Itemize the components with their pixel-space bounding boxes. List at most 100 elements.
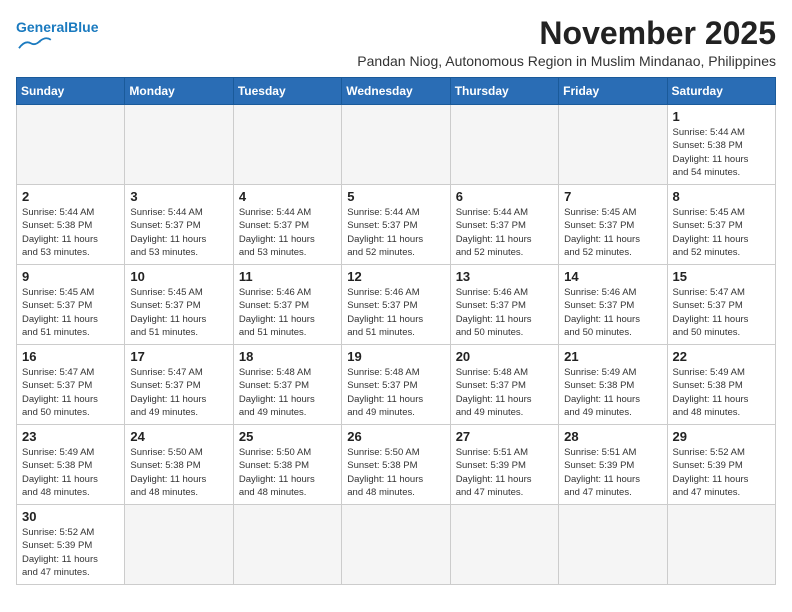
week-row-5: 23Sunrise: 5:49 AM Sunset: 5:38 PM Dayli…: [17, 425, 776, 505]
calendar-body: 1 Sunrise: 5:44 AM Sunset: 5:38 PM Daylig…: [17, 105, 776, 585]
day-info: Sunrise: 5:50 AM Sunset: 5:38 PM Dayligh…: [239, 446, 336, 499]
day-cell: [559, 505, 667, 585]
day-info: Sunrise: 5:44 AM Sunset: 5:38 PM Dayligh…: [22, 206, 119, 259]
day-info: Sunrise: 5:50 AM Sunset: 5:38 PM Dayligh…: [347, 446, 444, 499]
header-cell-monday: Monday: [125, 78, 233, 105]
day-info: Sunrise: 5:51 AM Sunset: 5:39 PM Dayligh…: [564, 446, 661, 499]
day-cell: 12 Sunrise: 5:46 AM Sunset: 5:37 PM Dayli…: [342, 265, 450, 345]
day-cell: 13Sunrise: 5:46 AM Sunset: 5:37 PM Dayli…: [450, 265, 558, 345]
day-number: 3: [130, 189, 227, 204]
header-row: SundayMondayTuesdayWednesdayThursdayFrid…: [17, 78, 776, 105]
day-number: 26: [347, 429, 444, 444]
day-number: 8: [673, 189, 770, 204]
day-cell: 28 Sunrise: 5:51 AM Sunset: 5:39 PM Dayli…: [559, 425, 667, 505]
day-number: 30: [22, 509, 119, 524]
day-number: 28: [564, 429, 661, 444]
day-cell: 15Sunrise: 5:47 AM Sunset: 5:37 PM Dayli…: [667, 265, 775, 345]
day-info: Sunrise: 5:51 AM Sunset: 5:39 PM Dayligh…: [456, 446, 553, 499]
day-cell: [17, 105, 125, 185]
day-cell: [233, 505, 341, 585]
day-cell: 23Sunrise: 5:49 AM Sunset: 5:38 PM Dayli…: [17, 425, 125, 505]
day-cell: 20 Sunrise: 5:48 AM Sunset: 5:37 PM Dayli…: [450, 345, 558, 425]
day-cell: 2 Sunrise: 5:44 AM Sunset: 5:38 PM Daylig…: [17, 185, 125, 265]
day-number: 4: [239, 189, 336, 204]
day-info: Sunrise: 5:45 AM Sunset: 5:37 PM Dayligh…: [673, 206, 770, 259]
day-info: Sunrise: 5:46 AM Sunset: 5:37 PM Dayligh…: [564, 286, 661, 339]
day-number: 20: [456, 349, 553, 364]
header-cell-saturday: Saturday: [667, 78, 775, 105]
logo: GeneralBlue: [16, 16, 98, 55]
day-number: 1: [673, 109, 770, 124]
day-number: 5: [347, 189, 444, 204]
day-number: 7: [564, 189, 661, 204]
header: GeneralBlue November 2025 Pandan Niog, A…: [16, 16, 776, 69]
day-cell: 7Sunrise: 5:45 AM Sunset: 5:37 PM Daylig…: [559, 185, 667, 265]
calendar-header: SundayMondayTuesdayWednesdayThursdayFrid…: [17, 78, 776, 105]
location-title: Pandan Niog, Autonomous Region in Muslim…: [118, 53, 776, 69]
day-cell: 10Sunrise: 5:45 AM Sunset: 5:37 PM Dayli…: [125, 265, 233, 345]
day-number: 27: [456, 429, 553, 444]
header-cell-thursday: Thursday: [450, 78, 558, 105]
day-cell: 21Sunrise: 5:49 AM Sunset: 5:38 PM Dayli…: [559, 345, 667, 425]
week-row-4: 16 Sunrise: 5:47 AM Sunset: 5:37 PM Dayli…: [17, 345, 776, 425]
day-cell: 5 Sunrise: 5:44 AM Sunset: 5:37 PM Daylig…: [342, 185, 450, 265]
day-number: 2: [22, 189, 119, 204]
day-cell: [342, 505, 450, 585]
day-info: Sunrise: 5:47 AM Sunset: 5:37 PM Dayligh…: [22, 366, 119, 419]
day-number: 12: [347, 269, 444, 284]
day-info: Sunrise: 5:46 AM Sunset: 5:37 PM Dayligh…: [239, 286, 336, 339]
day-number: 16: [22, 349, 119, 364]
day-cell: [233, 105, 341, 185]
day-info: Sunrise: 5:45 AM Sunset: 5:37 PM Dayligh…: [130, 286, 227, 339]
day-cell: 19 Sunrise: 5:48 AM Sunset: 5:37 PM Dayli…: [342, 345, 450, 425]
day-cell: 22 Sunrise: 5:49 AM Sunset: 5:38 PM Dayli…: [667, 345, 775, 425]
week-row-2: 2 Sunrise: 5:44 AM Sunset: 5:38 PM Daylig…: [17, 185, 776, 265]
day-info: Sunrise: 5:48 AM Sunset: 5:37 PM Dayligh…: [347, 366, 444, 419]
day-info: Sunrise: 5:44 AM Sunset: 5:37 PM Dayligh…: [456, 206, 553, 259]
day-cell: [342, 105, 450, 185]
header-cell-tuesday: Tuesday: [233, 78, 341, 105]
title-block: November 2025 Pandan Niog, Autonomous Re…: [98, 16, 776, 69]
day-info: Sunrise: 5:49 AM Sunset: 5:38 PM Dayligh…: [673, 366, 770, 419]
day-info: Sunrise: 5:44 AM Sunset: 5:37 PM Dayligh…: [347, 206, 444, 259]
day-info: Sunrise: 5:46 AM Sunset: 5:37 PM Dayligh…: [347, 286, 444, 339]
day-cell: 3Sunrise: 5:44 AM Sunset: 5:37 PM Daylig…: [125, 185, 233, 265]
day-cell: 25Sunrise: 5:50 AM Sunset: 5:38 PM Dayli…: [233, 425, 341, 505]
day-cell: [125, 505, 233, 585]
day-number: 18: [239, 349, 336, 364]
day-cell: [125, 105, 233, 185]
week-row-6: 30Sunrise: 5:52 AM Sunset: 5:39 PM Dayli…: [17, 505, 776, 585]
day-number: 15: [673, 269, 770, 284]
day-cell: 14Sunrise: 5:46 AM Sunset: 5:37 PM Dayli…: [559, 265, 667, 345]
day-info: Sunrise: 5:48 AM Sunset: 5:37 PM Dayligh…: [456, 366, 553, 419]
day-number: 21: [564, 349, 661, 364]
day-cell: 4 Sunrise: 5:44 AM Sunset: 5:37 PM Daylig…: [233, 185, 341, 265]
day-cell: 24Sunrise: 5:50 AM Sunset: 5:38 PM Dayli…: [125, 425, 233, 505]
day-cell: 9 Sunrise: 5:45 AM Sunset: 5:37 PM Daylig…: [17, 265, 125, 345]
day-number: 23: [22, 429, 119, 444]
day-cell: 26 Sunrise: 5:50 AM Sunset: 5:38 PM Dayli…: [342, 425, 450, 505]
week-row-3: 9 Sunrise: 5:45 AM Sunset: 5:37 PM Daylig…: [17, 265, 776, 345]
day-cell: 29Sunrise: 5:52 AM Sunset: 5:39 PM Dayli…: [667, 425, 775, 505]
day-cell: [450, 105, 558, 185]
day-number: 9: [22, 269, 119, 284]
day-number: 11: [239, 269, 336, 284]
day-number: 19: [347, 349, 444, 364]
day-info: Sunrise: 5:44 AM Sunset: 5:37 PM Dayligh…: [239, 206, 336, 259]
day-info: Sunrise: 5:45 AM Sunset: 5:37 PM Dayligh…: [22, 286, 119, 339]
day-cell: [559, 105, 667, 185]
day-number: 24: [130, 429, 227, 444]
day-info: Sunrise: 5:48 AM Sunset: 5:37 PM Dayligh…: [239, 366, 336, 419]
header-cell-sunday: Sunday: [17, 78, 125, 105]
day-info: Sunrise: 5:44 AM Sunset: 5:38 PM Dayligh…: [673, 126, 770, 179]
day-cell: 18 Sunrise: 5:48 AM Sunset: 5:37 PM Dayli…: [233, 345, 341, 425]
month-title: November 2025: [118, 16, 776, 51]
day-cell: 8 Sunrise: 5:45 AM Sunset: 5:37 PM Daylig…: [667, 185, 775, 265]
day-number: 6: [456, 189, 553, 204]
day-cell: [450, 505, 558, 585]
day-info: Sunrise: 5:52 AM Sunset: 5:39 PM Dayligh…: [673, 446, 770, 499]
day-cell: 27 Sunrise: 5:51 AM Sunset: 5:39 PM Dayli…: [450, 425, 558, 505]
day-cell: 17Sunrise: 5:47 AM Sunset: 5:37 PM Dayli…: [125, 345, 233, 425]
day-number: 22: [673, 349, 770, 364]
day-info: Sunrise: 5:47 AM Sunset: 5:37 PM Dayligh…: [130, 366, 227, 419]
